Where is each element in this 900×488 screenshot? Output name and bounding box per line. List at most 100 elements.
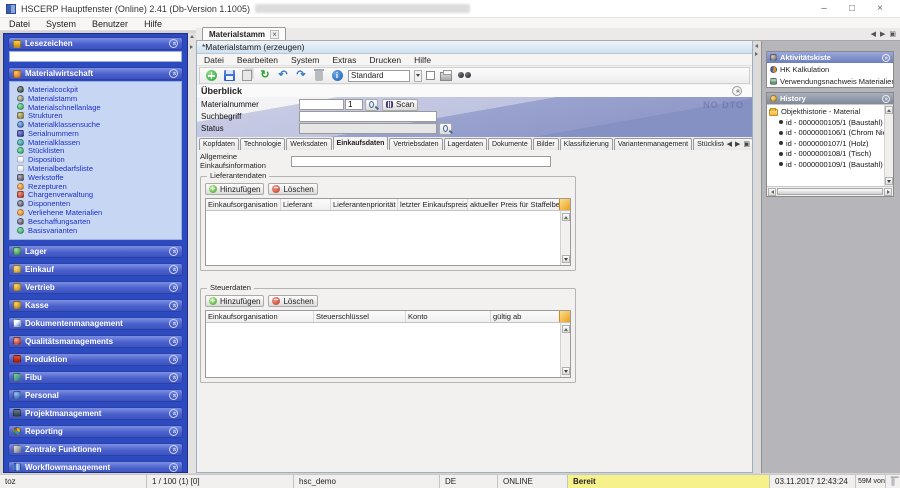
inner-menu-hilfe[interactable]: Hilfe [414,55,431,65]
sidebar-item-materialbedarfsliste[interactable]: Materialbedarfsliste [17,164,179,173]
tab-scroll-left-icon[interactable]: ◀ [871,30,876,38]
expand-chevron-icon[interactable]: « [169,408,178,418]
history-item[interactable]: id - 0000000109/1 (Baustahl) [769,159,891,170]
sidebar-item-basisvarianten[interactable]: Basisvarianten [17,226,179,235]
suppliers-delete-button[interactable]: Löschen [268,183,318,195]
garbage-collect-button[interactable] [886,475,900,488]
expand-chevron-icon[interactable]: « [169,300,178,310]
print-button[interactable] [439,69,453,82]
overview-collapse-icon[interactable]: « [732,86,742,96]
dock-splitter[interactable] [753,41,761,473]
sidebar-item-materialcockpit[interactable]: Materialcockpit [17,85,179,94]
sidebar-section-projektmanagement[interactable]: Projektmanagement « [8,406,183,420]
inner-menu-extras[interactable]: Extras [332,55,356,65]
menu-datei[interactable]: Datei [9,19,30,29]
scroll-down-icon[interactable] [561,367,570,375]
splitter-right-icon[interactable] [755,52,758,56]
sidebar-item-werkstoffe[interactable]: Werkstoffe [17,173,179,182]
menu-benutzer[interactable]: Benutzer [92,19,128,29]
history-item[interactable]: id - 0000000105/1 (Baustahl) [769,117,891,128]
tab-lagerdaten[interactable]: Lagerdaten [443,138,487,150]
column-header[interactable]: aktueller Preis für Staffelbeginn 0 [468,199,559,210]
tab-kopfdaten[interactable]: Kopfdaten [199,138,239,150]
activity-verwendungsnachweis[interactable]: Verwendungsnachweis Materialien [767,75,893,87]
sidebar-item-disposition[interactable]: Disposition [17,155,179,164]
splitter-right-icon[interactable] [190,45,193,49]
tab-vertriebsdaten[interactable]: Vertriebsdaten [389,138,443,150]
sidebar-section-reporting[interactable]: Reporting « [8,424,183,438]
column-header[interactable]: Einkaufsorganisation [206,199,281,210]
history-root[interactable]: Objekthistorie - Material [769,106,891,117]
expand-chevron-icon[interactable]: « [169,264,178,274]
scan-button[interactable]: Scan [382,98,419,111]
column-config-icon[interactable] [559,199,570,210]
preset-dropdown-button[interactable] [414,69,422,82]
tab-window-list-icon[interactable]: ▣ [889,30,896,38]
general-info-input[interactable] [291,155,551,167]
inner-menu-drucken[interactable]: Drucken [369,55,401,65]
sidebar-section-qualitaetsmanagements[interactable]: Qualitätsmanagements « [8,334,183,348]
expand-chevron-icon[interactable]: « [169,462,178,472]
column-header[interactable]: Lieferant [281,199,331,210]
materialnummer-search-button[interactable] [365,98,378,111]
sidebar-item-materialklassensuche[interactable]: Materialklassensuche [17,120,179,129]
status-search-button[interactable] [439,122,452,135]
tab-materialstamm[interactable]: Materialstamm × [202,27,287,40]
collapse-chevron-icon[interactable]: « [169,39,178,48]
suppliers-vscrollbar[interactable] [560,211,570,265]
expand-chevron-icon[interactable]: « [169,372,178,382]
taxes-vscrollbar[interactable] [560,323,570,377]
tab-variantenmanagement[interactable]: Variantenmanagement [613,138,693,150]
sidebar-section-lager[interactable]: Lager « [8,244,183,258]
save-button[interactable] [222,69,236,82]
expand-chevron-icon[interactable]: « [169,444,178,454]
tab-dokumente[interactable]: Dokumente [487,138,532,150]
sidebar-splitter[interactable] [188,33,196,473]
expand-chevron-icon[interactable]: « [169,282,178,292]
scroll-left-icon[interactable] [768,187,776,196]
info-button[interactable]: i [330,69,344,82]
suppliers-empty-rows[interactable] [206,211,560,265]
sidebar-section-workflowmanagement[interactable]: Workflowmanagement « [8,460,183,472]
taxes-empty-rows[interactable] [206,323,560,377]
sidebar-item-materialklassen[interactable]: Materialklassen [17,138,179,147]
column-header[interactable]: Einkaufsorganisation [206,311,314,322]
splitter-left-icon[interactable] [755,44,758,48]
activities-header[interactable]: Aktivitätskiste « [767,52,893,63]
history-hscrollbar[interactable] [767,186,893,196]
sidebar-section-kasse[interactable]: Kasse « [8,298,183,312]
sidebar-section-einkauf[interactable]: Einkauf « [8,262,183,276]
menu-system[interactable]: System [46,19,76,29]
taxes-add-button[interactable]: Hinzufügen [205,295,265,307]
sidebar-item-stuecklisten[interactable]: Stücklisten [17,146,179,155]
column-header[interactable]: Lieferantenpriorität [331,199,398,210]
sidebar-section-materialwirtschaft[interactable]: Materialwirtschaft « [8,67,183,80]
sidebar-item-beschaffungsarten[interactable]: Beschaffungsarten [17,217,179,226]
expand-chevron-icon[interactable]: « [169,354,178,364]
copy-button[interactable] [240,69,254,82]
tab-close-icon[interactable]: × [270,29,280,39]
scroll-right-icon[interactable] [884,187,892,196]
tab-klassifizierung[interactable]: Klassifizierung [559,138,613,150]
sidebar-section-lesezeichen[interactable]: Lesezeichen « [8,37,183,50]
tabstrip-right-icon[interactable]: ▶ [735,140,740,148]
sidebar-item-disponenten[interactable]: Disponenten [17,199,179,208]
tab-bilder[interactable]: Bilder [532,138,559,150]
scroll-up-icon[interactable] [561,213,570,221]
maximize-icon[interactable]: □ [846,3,858,14]
history-item[interactable]: id - 0000000108/1 (Tisch) [769,149,891,160]
tab-technologie[interactable]: Technologie [239,138,286,150]
tabstrip-list-icon[interactable]: ▣ [743,140,750,148]
sidebar-item-rezepturen[interactable]: Rezepturen [17,182,179,191]
sidebar-section-fibu[interactable]: Fibu « [8,370,183,384]
inner-menu-datei[interactable]: Datei [204,55,224,65]
scroll-down-icon[interactable] [561,255,570,263]
preset-combobox[interactable]: Standard [348,69,410,82]
delete-button[interactable] [312,68,326,82]
sidebar-item-strukturen[interactable]: Strukturen [17,111,179,120]
scroll-up-icon[interactable] [885,106,893,114]
history-item[interactable]: id - 0000000106/1 (Chrom Nickel Stahl) [769,128,893,139]
tab-werksdaten[interactable]: Werksdaten [286,138,332,150]
column-header[interactable]: Konto [406,311,491,322]
expand-chevron-icon[interactable]: « [169,336,178,346]
